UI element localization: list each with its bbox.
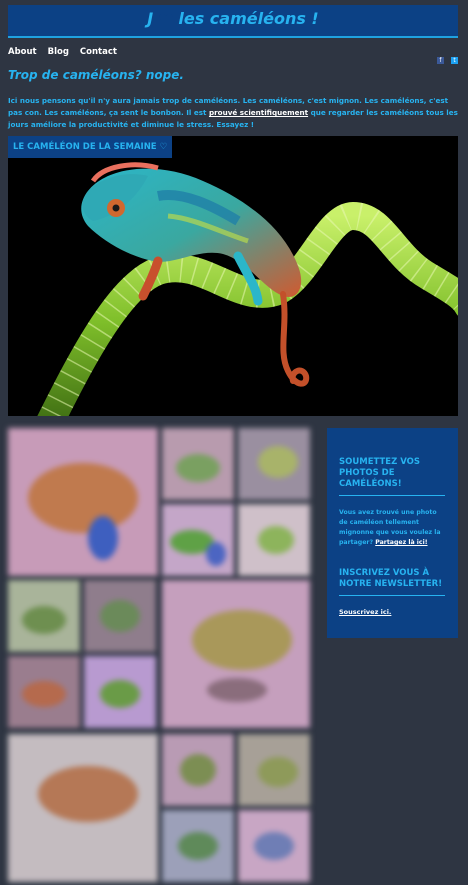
title-end: les caméléons !: [178, 9, 319, 28]
submit-photos-text: Vous avez trouvé une photo de caméléon t…: [339, 508, 447, 548]
featured-chameleon: LE CAMÉLÉON DE LA SEMAINE ♡: [8, 136, 458, 416]
gallery-photo-6[interactable]: [8, 580, 80, 652]
gallery-photo-13[interactable]: [238, 734, 310, 806]
gallery-photo-5[interactable]: [238, 504, 310, 576]
main-nav: About Blog Contact: [8, 47, 125, 57]
sidebar: SOUMETTEZ VOS PHOTOS DE CAMÉLÉONS! Vous …: [327, 428, 458, 638]
twitter-icon[interactable]: t: [451, 57, 458, 64]
scientific-proof-link[interactable]: prouvé scientifiquement: [209, 108, 308, 117]
gallery-photo-11[interactable]: [8, 734, 158, 882]
nav-blog[interactable]: Blog: [48, 47, 69, 57]
site-title[interactable]: J les caméléons !: [8, 9, 458, 28]
title-start: J: [147, 9, 154, 28]
gallery-photo-9[interactable]: [8, 656, 80, 728]
gallery-photo-15[interactable]: [238, 810, 310, 882]
social-links: f t: [435, 47, 458, 66]
gallery-photo-4[interactable]: [162, 504, 234, 576]
nav-contact[interactable]: Contact: [80, 47, 117, 57]
submit-photos-heading: SOUMETTEZ VOS PHOTOS DE CAMÉLÉONS!: [339, 457, 445, 496]
newsletter-subscribe-link[interactable]: Souscrivez ici.: [339, 608, 391, 616]
featured-chameleon-photo: [8, 136, 458, 416]
intro-paragraph: Ici nous pensons qu'il n'y aura jamais t…: [8, 95, 460, 131]
facebook-icon[interactable]: f: [436, 57, 444, 64]
gallery-photo-10[interactable]: [84, 656, 156, 728]
site-header: J les caméléons !: [8, 5, 458, 38]
heart-icon: [159, 13, 173, 25]
gallery-photo-3[interactable]: [238, 428, 310, 500]
nav-about[interactable]: About: [8, 47, 37, 57]
newsletter-heading: INSCRIVEZ VOUS À NOTRE NEWSLETTER!: [339, 568, 445, 596]
gallery-photo-8[interactable]: [162, 580, 310, 728]
gallery-photo-2[interactable]: [162, 428, 234, 500]
gallery-photo-12[interactable]: [162, 734, 234, 806]
featured-label: LE CAMÉLÉON DE LA SEMAINE ♡: [8, 136, 173, 158]
gallery-photo-14[interactable]: [162, 810, 234, 882]
gallery-photo-1[interactable]: [8, 428, 158, 576]
gallery-photo-7[interactable]: [84, 580, 156, 652]
tagline: Trop de caméléons? nope.: [8, 68, 184, 82]
submit-photos-link[interactable]: Partagez là ici!: [375, 539, 427, 546]
